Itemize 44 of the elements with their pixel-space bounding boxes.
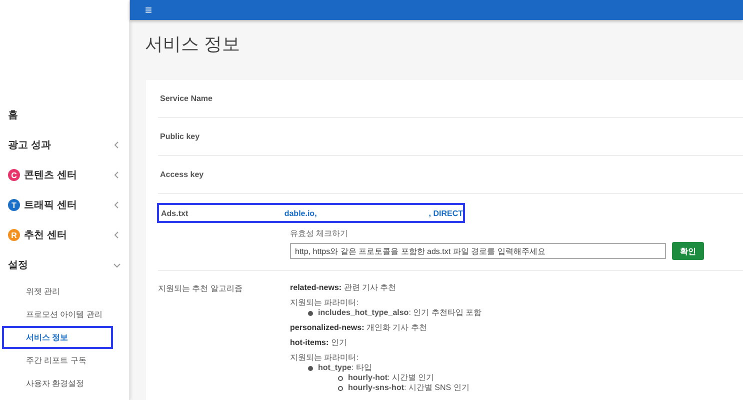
- badge: C: [8, 169, 20, 181]
- row-value: , DIRECT: [428, 208, 463, 218]
- chevron-down-icon: [113, 261, 121, 269]
- row-label: Access key: [159, 170, 205, 179]
- row-value: dable.io,: [284, 208, 317, 218]
- algorithm-text: personalized-news: 개인화 기사 추천: [290, 323, 428, 333]
- nav-subitem[interactable]: 사용자 환경설정: [2, 372, 113, 395]
- row-label: Ads.txt: [160, 208, 190, 218]
- page-title: 서비스 정보: [145, 33, 242, 56]
- nav-item[interactable]: T 트래픽 센터: [0, 190, 129, 220]
- field-label: 유효성 체크하기: [290, 228, 350, 239]
- parameters-label: 지원되는 파라미터:: [290, 353, 360, 363]
- confirm-button[interactable]: 확인: [672, 242, 704, 260]
- nav-item[interactable]: C 콘텐츠 센터: [0, 160, 129, 190]
- parameter-text: hot_type: 타입: [318, 363, 372, 373]
- menu-icon[interactable]: ≡: [145, 4, 152, 16]
- row-label: 지원되는 추천 알고리즘: [158, 283, 244, 295]
- chevron-left-icon: [113, 201, 121, 209]
- bullet-icon: [338, 386, 343, 390]
- nav-subitem[interactable]: 서비스 정보: [2, 326, 113, 349]
- badge: R: [8, 229, 20, 241]
- nav-subitem[interactable]: 위젯 관리: [2, 280, 113, 303]
- url-input-field[interactable]: http, https와 같은 프로토콜을 포함한 ads.txt 파일 경로를 입력해주세요: [290, 243, 666, 259]
- nav-item[interactable]: 홈: [0, 100, 129, 130]
- bullet-icon: [338, 376, 343, 380]
- algorithm-text: related-news: 관련 기사 추천: [290, 283, 398, 293]
- chevron-left-icon: [113, 231, 121, 239]
- nav-subitem[interactable]: 프로모션 아이템 관리: [2, 303, 113, 326]
- row-label: Public key: [159, 132, 201, 141]
- parameter-text: includes_hot_type_also: 인기 추천타입 포함: [318, 308, 482, 318]
- chevron-left-icon: [113, 171, 121, 179]
- bullet-icon: [308, 310, 313, 316]
- badge: T: [8, 199, 20, 211]
- bullet-icon: [308, 366, 313, 370]
- chevron-left-icon: [113, 141, 121, 149]
- parameter-text: hourly-sns-hot: 시간별 SNS 인기: [348, 383, 470, 393]
- algorithm-text: hot-items: 인기: [290, 338, 348, 348]
- nav-item[interactable]: R 추천 센터: [0, 220, 129, 250]
- parameter-text: hourly-hot: 시간별 인기: [348, 373, 434, 383]
- nav-item[interactable]: 설정: [0, 250, 129, 280]
- nav-item[interactable]: 광고 성과: [0, 130, 129, 160]
- parameters-label: 지원되는 파라미터:: [290, 298, 360, 308]
- nav-subitem[interactable]: 주간 리포트 구독: [2, 349, 113, 372]
- row-label: Service Name: [159, 94, 214, 103]
